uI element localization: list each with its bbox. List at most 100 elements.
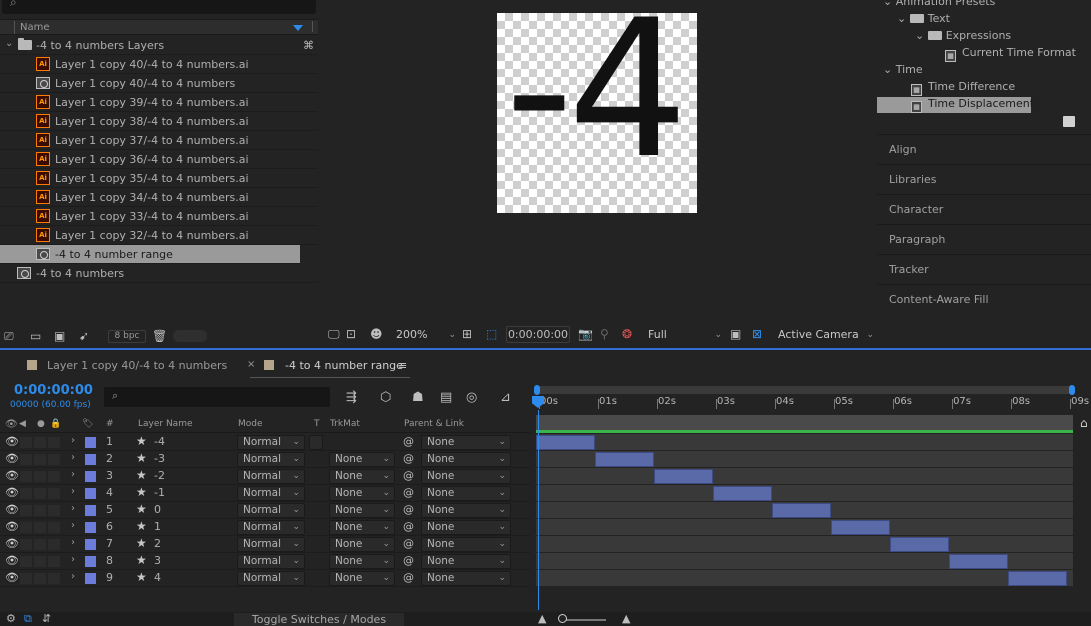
effects-tree-text[interactable]: ⌄ Text <box>897 12 950 28</box>
bit-depth-button[interactable]: 8 bpc <box>108 330 146 343</box>
toggle-switches-modes-button[interactable]: Toggle Switches / Modes <box>234 613 404 626</box>
work-area-start-handle[interactable] <box>534 385 540 395</box>
sort-arrow-icon[interactable] <box>293 25 303 31</box>
mask-visibility-icon[interactable]: ☻ <box>370 327 383 341</box>
solo-toggle[interactable] <box>34 573 46 584</box>
solo-toggle[interactable] <box>34 471 46 482</box>
layer-label-color[interactable] <box>85 488 96 499</box>
layer-name[interactable]: -2 <box>154 469 165 482</box>
chevron-right-icon[interactable]: › <box>71 571 75 582</box>
layer-row[interactable]: 👁 › 8 ★ 3 Normal ⌄ None ⌄ @ None ⌄ <box>0 553 530 570</box>
ruler-timebar[interactable] <box>536 415 1073 431</box>
show-snapshot-icon[interactable]: ⚲ <box>600 327 609 341</box>
layer-name[interactable]: 1 <box>154 520 161 533</box>
audio-toggle[interactable] <box>20 505 32 516</box>
fast-previews-icon[interactable]: ▣ <box>730 327 741 341</box>
tab-layer-copy-40[interactable]: Layer 1 copy 40/-4 to 4 numbers <box>47 359 227 372</box>
layer-label-color[interactable] <box>85 556 96 567</box>
draft-3d-icon[interactable]: ⬡ <box>380 390 391 405</box>
resolution-dropdown[interactable]: Full ⌄ <box>648 327 722 343</box>
pick-whip-icon[interactable]: @ <box>403 469 414 482</box>
audio-toggle[interactable] <box>20 454 32 465</box>
trkmat-dropdown[interactable]: None ⌄ <box>329 520 395 535</box>
pick-whip-icon[interactable]: @ <box>403 486 414 499</box>
layer-label-color[interactable] <box>85 437 96 448</box>
layer-duration-bar[interactable] <box>949 554 1009 569</box>
hamburger-menu-icon[interactable]: ≡ <box>398 359 407 372</box>
layer-duration-bar[interactable] <box>890 537 950 552</box>
panel-content-aware-fill[interactable]: Content-Aware Fill <box>877 284 1091 313</box>
timeline-search-input[interactable]: ⌕ <box>104 387 330 407</box>
panel-paragraph[interactable]: Paragraph <box>877 224 1091 253</box>
motion-blur-icon[interactable]: ◎ <box>466 390 477 405</box>
mode-dropdown[interactable]: Normal ⌄ <box>237 537 305 552</box>
close-icon[interactable]: × <box>247 359 255 370</box>
layer-name[interactable]: -1 <box>154 486 165 499</box>
audio-toggle[interactable] <box>20 573 32 584</box>
layer-label-color[interactable] <box>85 522 96 533</box>
channels-icon[interactable]: ❂ <box>622 327 632 341</box>
frame-blending-icon[interactable]: ▤ <box>440 390 452 405</box>
layer-name[interactable]: 4 <box>154 571 161 584</box>
trkmat-dropdown[interactable]: None ⌄ <box>329 571 395 586</box>
trkmat-dropdown[interactable]: None ⌄ <box>329 554 395 569</box>
flowchart-icon[interactable]: ⌘ <box>303 39 314 52</box>
thumbnail-slider[interactable] <box>173 330 207 342</box>
project-item-row[interactable]: Ai Layer 1 copy 39/-4 to 4 numbers.ai <box>0 93 318 112</box>
region-of-interest-icon[interactable]: ⬚ <box>486 327 497 341</box>
project-root-comp-row[interactable]: -4 to 4 numbers <box>0 264 318 283</box>
eye-icon[interactable]: 👁 <box>5 571 19 584</box>
trash-icon[interactable]: 🗑 <box>152 329 167 343</box>
layer-duration-bar[interactable] <box>536 435 595 450</box>
project-item-row[interactable]: Ai Layer 1 copy 33/-4 to 4 numbers.ai <box>0 207 318 226</box>
panel-tracker[interactable]: Tracker <box>877 254 1091 283</box>
parent-dropdown[interactable]: None ⌄ <box>421 520 511 535</box>
layer-row[interactable]: 👁 › 6 ★ 1 Normal ⌄ None ⌄ @ None ⌄ <box>0 519 530 536</box>
layer-row[interactable]: 👁 › 7 ★ 2 Normal ⌄ None ⌄ @ None ⌄ <box>0 536 530 553</box>
eye-icon[interactable]: 👁 <box>5 435 19 448</box>
parent-dropdown[interactable]: None ⌄ <box>421 435 511 450</box>
layer-label-color[interactable] <box>85 454 96 465</box>
mode-dropdown[interactable]: Normal ⌄ <box>237 571 305 586</box>
grid-icon[interactable]: ⊞ <box>462 327 472 341</box>
zoom-dropdown[interactable]: 200% ⌄ <box>396 327 456 343</box>
eye-icon[interactable]: 👁 <box>5 469 19 482</box>
label-tag-icon[interactable]: 🏷 <box>82 419 93 429</box>
parent-dropdown[interactable]: None ⌄ <box>421 469 511 484</box>
audio-toggle[interactable] <box>20 556 32 567</box>
project-search-input[interactable]: ⌕ <box>2 0 316 14</box>
layer-label-color[interactable] <box>85 505 96 516</box>
lock-toggle[interactable] <box>48 488 60 499</box>
eye-icon[interactable]: 👁 <box>5 554 19 567</box>
layer-label-color[interactable] <box>85 471 96 482</box>
mode-dropdown[interactable]: Normal ⌄ <box>237 435 305 450</box>
layer-duration-bar[interactable] <box>654 469 714 484</box>
layer-label-color[interactable] <box>85 573 96 584</box>
eye-icon[interactable]: 👁 <box>5 537 19 550</box>
pick-whip-icon[interactable]: @ <box>403 435 414 448</box>
new-folder-icon[interactable]: ▭ <box>30 329 41 343</box>
trkmat-dropdown[interactable]: None ⌄ <box>329 486 395 501</box>
project-item-row[interactable]: Layer 1 copy 40/-4 to 4 numbers <box>0 74 318 93</box>
effects-tree-expressions[interactable]: ⌄ Expressions <box>915 29 1011 45</box>
region-icon[interactable]: ⊡ <box>346 327 356 341</box>
column-t[interactable]: T <box>314 419 320 429</box>
lock-toggle[interactable] <box>48 505 60 516</box>
audio-toggle[interactable] <box>20 522 32 533</box>
viewer-timecode[interactable]: 0:00:00:00 <box>506 326 570 343</box>
lock-toggle[interactable] <box>48 556 60 567</box>
always-preview-icon[interactable]: 🖵 <box>328 327 340 342</box>
lock-toggle[interactable] <box>48 471 60 482</box>
parent-dropdown[interactable]: None ⌄ <box>421 486 511 501</box>
project-item-row[interactable]: Ai Layer 1 copy 38/-4 to 4 numbers.ai <box>0 112 318 131</box>
time-ruler[interactable]: 00s 01s 02s 03s 04s 05s 06s 07s 08s 09s <box>532 385 1089 434</box>
new-composition-icon[interactable]: ▣ <box>54 329 65 343</box>
snapshot-icon[interactable]: 📷 <box>578 327 593 341</box>
eye-icon[interactable]: 👁 <box>5 520 19 533</box>
layer-duration-bar[interactable] <box>831 520 891 535</box>
composition-mini-flowchart-icon[interactable]: ⇶ <box>346 390 357 405</box>
work-area-end-handle[interactable] <box>1069 385 1075 395</box>
audio-switch-icon[interactable]: ◀ <box>19 419 26 429</box>
chevron-right-icon[interactable]: › <box>71 469 75 480</box>
mode-dropdown[interactable]: Normal ⌄ <box>237 486 305 501</box>
